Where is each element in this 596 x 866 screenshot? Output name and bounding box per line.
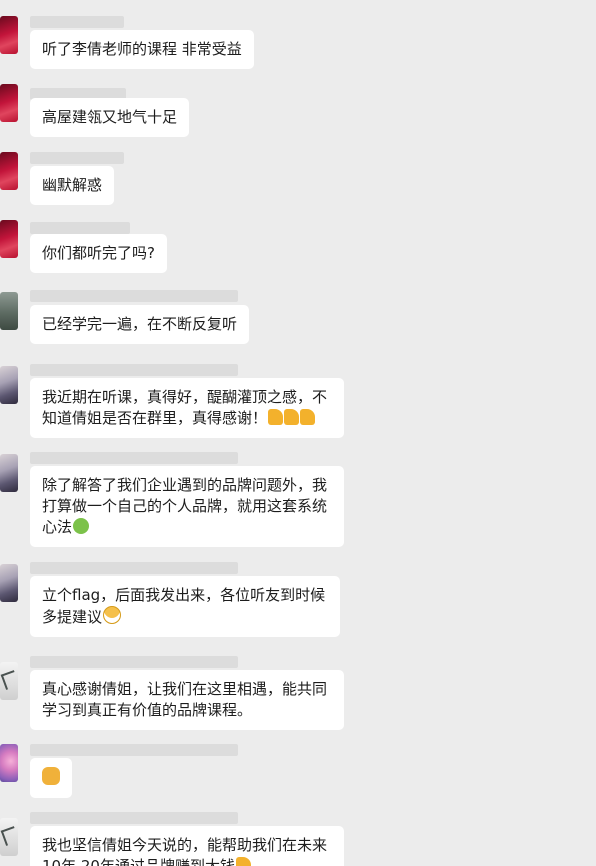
sender-name-placeholder	[30, 452, 238, 464]
avatar[interactable]	[0, 84, 18, 122]
thumbs-up-icon	[235, 857, 251, 866]
message-text: 打算做一个自己的个人品牌，就用这套系统	[42, 497, 328, 515]
avatar[interactable]	[0, 662, 18, 700]
message-text-line: 心法	[42, 517, 332, 538]
message-bubble[interactable]: 真心感谢倩姐，让我们在这里相遇，能共同 学习到真正有价值的品牌课程。	[30, 670, 344, 730]
message-text: 10年 20年通过品牌赚到大钱	[42, 857, 235, 866]
message-bubble[interactable]: 我也坚信倩姐今天说的，能帮助我们在未来 10年 20年通过品牌赚到大钱	[30, 826, 344, 866]
avatar[interactable]	[0, 564, 18, 602]
message-text: 你们都听完了吗?	[42, 244, 155, 262]
sender-name-placeholder	[30, 744, 238, 756]
message-bubble[interactable]	[30, 758, 72, 798]
message-text: 立个flag，后面我发出来，各位听友到时候	[42, 586, 326, 604]
message-text: 听了李倩老师的课程 非常受益	[42, 40, 242, 58]
message-text-line: 知道倩姐是否在群里，真得感谢！	[42, 408, 332, 429]
sender-name-placeholder	[30, 812, 238, 824]
avatar[interactable]	[0, 818, 18, 856]
message-text-line: 多提建议	[42, 606, 328, 628]
avatar[interactable]	[0, 366, 18, 404]
thumbs-up-icon	[300, 409, 316, 425]
message-text: 心法	[42, 518, 73, 536]
message-text: 多提建议	[42, 608, 103, 626]
avatar[interactable]	[0, 220, 18, 258]
fist-icon	[42, 767, 60, 785]
avatar[interactable]	[0, 152, 18, 190]
message-text: 已经学完一遍，在不断反复听	[42, 315, 238, 333]
message-text: 我也坚信倩姐今天说的，能帮助我们在未来	[42, 836, 328, 854]
avatar[interactable]	[0, 454, 18, 492]
avatar[interactable]	[0, 292, 18, 330]
message-text: 知道倩姐是否在群里，真得感谢！	[42, 409, 268, 427]
message-bubble[interactable]: 除了解答了我们企业遇到的品牌问题外，我 打算做一个自己的个人品牌，就用这套系统 …	[30, 466, 344, 547]
sender-name-placeholder	[30, 152, 124, 164]
avatar[interactable]	[0, 744, 18, 782]
message-text: 我近期在听课，真得好，醍醐灌顶之感，不	[42, 388, 328, 406]
thumbs-up-icon	[284, 409, 300, 425]
message-text: 学习到真正有价值的品牌课程。	[42, 701, 253, 719]
message-bubble[interactable]: 幽默解惑	[30, 166, 115, 205]
sender-name-placeholder	[30, 222, 130, 234]
message-text: 高屋建瓴又地气十足	[42, 108, 178, 126]
message-bubble[interactable]: 你们都听完了吗?	[30, 234, 167, 273]
message-bubble[interactable]: 已经学完一遍，在不断反复听	[30, 305, 250, 344]
sender-name-placeholder	[30, 364, 238, 376]
message-text: 除了解答了我们企业遇到的品牌问题外，我	[42, 476, 328, 494]
sender-name-placeholder	[30, 16, 124, 28]
message-bubble[interactable]: 我近期在听课，真得好，醍醐灌顶之感，不 知道倩姐是否在群里，真得感谢！	[30, 378, 344, 438]
message-text-line: 10年 20年通过品牌赚到大钱	[42, 856, 332, 866]
message-bubble[interactable]: 立个flag，后面我发出来，各位听友到时候 多提建议	[30, 576, 340, 637]
sender-name-placeholder	[30, 290, 238, 302]
message-text: 真心感谢倩姐，让我们在这里相遇，能共同	[42, 680, 328, 698]
frog-icon	[73, 518, 90, 534]
sender-name-placeholder	[30, 562, 238, 574]
message-text: 幽默解惑	[42, 176, 103, 194]
message-bubble[interactable]: 高屋建瓴又地气十足	[30, 98, 190, 137]
avatar[interactable]	[0, 16, 18, 54]
grin-icon	[103, 606, 122, 624]
message-bubble[interactable]: 听了李倩老师的课程 非常受益	[30, 30, 254, 69]
thumbs-up-icon	[268, 409, 284, 425]
sender-name-placeholder	[30, 656, 238, 668]
